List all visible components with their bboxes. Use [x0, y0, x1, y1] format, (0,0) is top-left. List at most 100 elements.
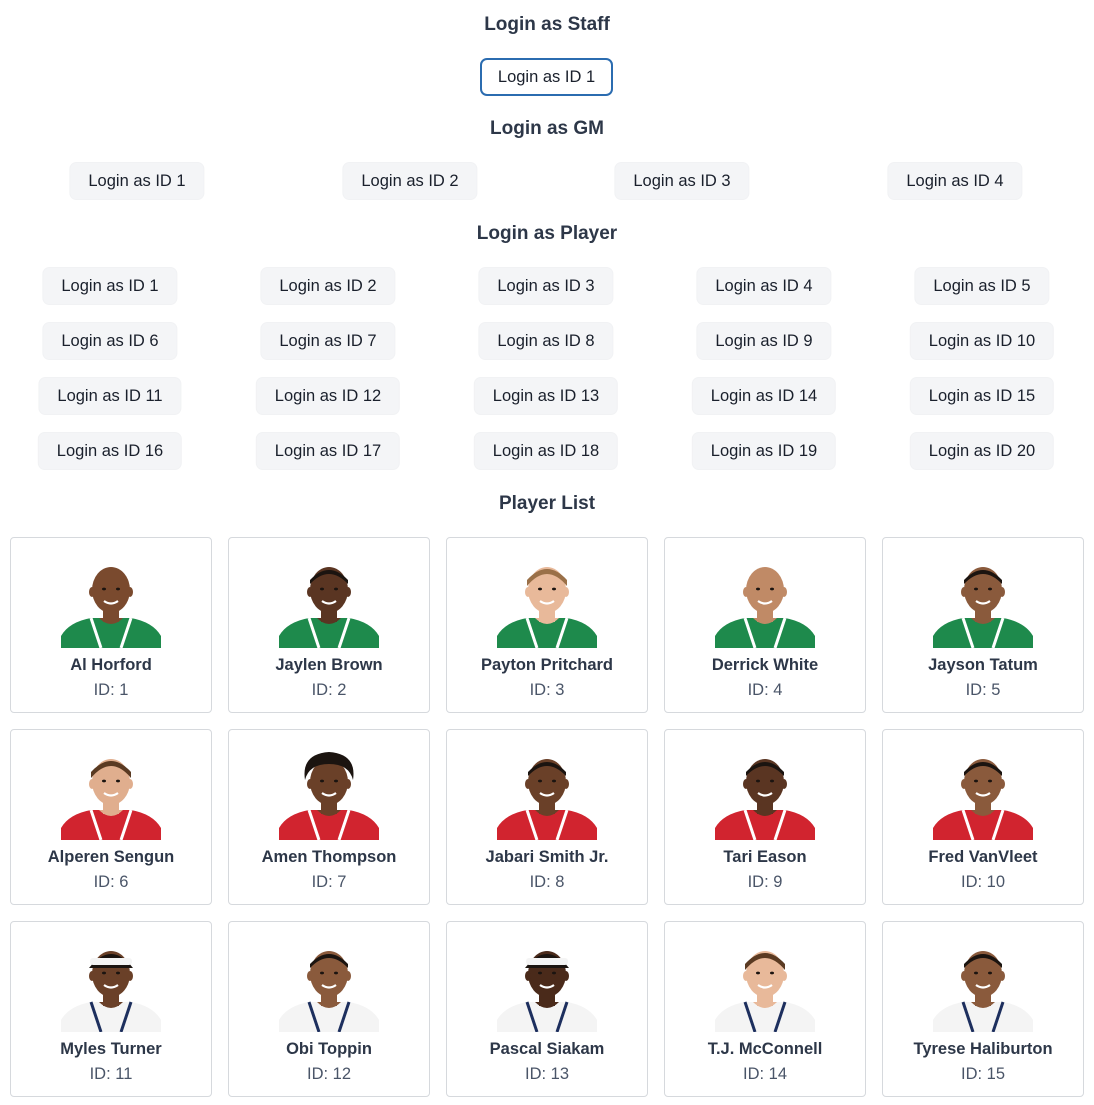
player-name: Derrick White	[711, 656, 819, 674]
player-id-prefix: ID:	[747, 681, 774, 699]
player-login-button-1[interactable]: Login as ID 1	[42, 267, 178, 305]
player-id-value: 10	[986, 873, 1006, 891]
player-id: ID: 8	[447, 873, 647, 892]
player-login-button-12[interactable]: Login as ID 12	[255, 377, 401, 415]
player-card[interactable]: Pascal Siakam ID: 13	[446, 921, 648, 1097]
player-login-button-6[interactable]: Login as ID 6	[42, 322, 178, 360]
player-id-prefix: ID:	[742, 1065, 769, 1083]
player-photo	[715, 934, 815, 1032]
player-id-value: 5	[991, 681, 1001, 699]
player-login-button-13[interactable]: Login as ID 13	[473, 377, 619, 415]
player-id: ID: 9	[665, 873, 865, 892]
player-name: Obi Toppin	[286, 1040, 372, 1058]
player-photo	[933, 550, 1033, 648]
player-id-prefix: ID:	[960, 1065, 987, 1083]
player-id-value: 4	[773, 681, 783, 699]
gm-login-button-1[interactable]: Login as ID 1	[69, 162, 205, 200]
player-login-button-7[interactable]: Login as ID 7	[260, 322, 396, 360]
player-id: ID: 7	[229, 873, 429, 892]
player-name: Fred VanVleet	[928, 848, 1038, 866]
player-login-button-4[interactable]: Login as ID 4	[696, 267, 832, 305]
player-card[interactable]: Tyrese Haliburton ID: 15	[882, 921, 1084, 1097]
player-photo	[61, 742, 161, 840]
player-login-button-2[interactable]: Login as ID 2	[260, 267, 396, 305]
player-photo	[279, 934, 379, 1032]
player-card[interactable]: Alperen Sengun ID: 6	[10, 729, 212, 905]
player-card[interactable]: Jayson Tatum ID: 5	[882, 537, 1084, 713]
player-login-button-16[interactable]: Login as ID 16	[37, 432, 183, 470]
player-login-button-17[interactable]: Login as ID 17	[255, 432, 401, 470]
player-id-prefix: ID:	[529, 681, 556, 699]
player-id: ID: 6	[11, 873, 211, 892]
player-id-value: 14	[768, 1065, 788, 1083]
player-login-button-14[interactable]: Login as ID 14	[691, 377, 837, 415]
player-card[interactable]: Jabari Smith Jr. ID: 8	[446, 729, 648, 905]
player-id-prefix: ID:	[960, 873, 987, 891]
player-login-button-19[interactable]: Login as ID 19	[691, 432, 837, 470]
player-login-button-20[interactable]: Login as ID 20	[909, 432, 1055, 470]
player-id: ID: 10	[883, 873, 1083, 892]
player-login-button-10[interactable]: Login as ID 10	[909, 322, 1055, 360]
player-id: ID: 1	[11, 681, 211, 700]
player-photo	[715, 742, 815, 840]
player-card[interactable]: Derrick White ID: 4	[664, 537, 866, 713]
player-card[interactable]: Obi Toppin ID: 12	[228, 921, 430, 1097]
gm-login-button-4[interactable]: Login as ID 4	[887, 162, 1023, 200]
player-id-value: 9	[773, 873, 783, 891]
player-name: Pascal Siakam	[489, 1040, 605, 1058]
player-card[interactable]: Fred VanVleet ID: 10	[882, 729, 1084, 905]
player-id-value: 11	[115, 1065, 133, 1083]
player-id: ID: 4	[665, 681, 865, 700]
player-card[interactable]: Al Horford ID: 1	[10, 537, 212, 713]
player-id-prefix: ID:	[524, 1065, 551, 1083]
player-id-prefix: ID:	[747, 873, 774, 891]
player-photo	[497, 550, 597, 648]
player-photo	[933, 742, 1033, 840]
player-id-value: 15	[986, 1065, 1006, 1083]
player-login-button-3[interactable]: Login as ID 3	[478, 267, 614, 305]
player-id-value: 1	[119, 681, 129, 699]
player-login-button-8[interactable]: Login as ID 8	[478, 322, 614, 360]
player-id-prefix: ID:	[93, 873, 120, 891]
player-id-value: 13	[550, 1065, 570, 1083]
player-id: ID: 3	[447, 681, 647, 700]
player-id-value: 12	[332, 1065, 352, 1083]
player-card[interactable]: T.J. McConnell ID: 14	[664, 921, 866, 1097]
player-name: T.J. McConnell	[707, 1040, 823, 1058]
player-id-prefix: ID:	[93, 681, 120, 699]
player-card[interactable]: Amen Thompson ID: 7	[228, 729, 430, 905]
player-id: ID: 11	[11, 1065, 211, 1084]
staff-heading: Login as Staff	[484, 14, 610, 35]
player-list-heading: Player List	[498, 493, 596, 514]
player-id-value: 7	[337, 873, 347, 891]
player-id-prefix: ID:	[311, 873, 338, 891]
player-name: Al Horford	[70, 656, 152, 674]
player-card[interactable]: Jaylen Brown ID: 2	[228, 537, 430, 713]
player-id: ID: 13	[447, 1065, 647, 1084]
player-card[interactable]: Payton Pritchard ID: 3	[446, 537, 648, 713]
player-card[interactable]: Myles Turner ID: 11	[10, 921, 212, 1097]
player-id: ID: 2	[229, 681, 429, 700]
player-name: Jayson Tatum	[928, 656, 1038, 674]
player-photo	[279, 742, 379, 840]
player-name: Tyrese Haliburton	[913, 1040, 1053, 1058]
gm-login-button-2[interactable]: Login as ID 2	[342, 162, 478, 200]
player-id: ID: 14	[665, 1065, 865, 1084]
player-id-value: 2	[337, 681, 347, 699]
player-login-button-11[interactable]: Login as ID 11	[38, 377, 182, 415]
player-login-button-5[interactable]: Login as ID 5	[914, 267, 1050, 305]
staff-login-button-1[interactable]: Login as ID 1	[480, 58, 613, 96]
player-login-button-15[interactable]: Login as ID 15	[909, 377, 1055, 415]
player-id: ID: 15	[883, 1065, 1083, 1084]
player-name: Tari Eason	[723, 848, 807, 866]
player-login-button-9[interactable]: Login as ID 9	[696, 322, 832, 360]
player-photo	[61, 934, 161, 1032]
player-login-heading: Login as Player	[476, 223, 618, 244]
player-id-prefix: ID:	[311, 681, 338, 699]
player-id-prefix: ID:	[965, 681, 992, 699]
gm-login-button-3[interactable]: Login as ID 3	[614, 162, 750, 200]
player-name: Payton Pritchard	[480, 656, 614, 674]
player-login-button-18[interactable]: Login as ID 18	[473, 432, 619, 470]
player-id-value: 6	[119, 873, 129, 891]
player-card[interactable]: Tari Eason ID: 9	[664, 729, 866, 905]
